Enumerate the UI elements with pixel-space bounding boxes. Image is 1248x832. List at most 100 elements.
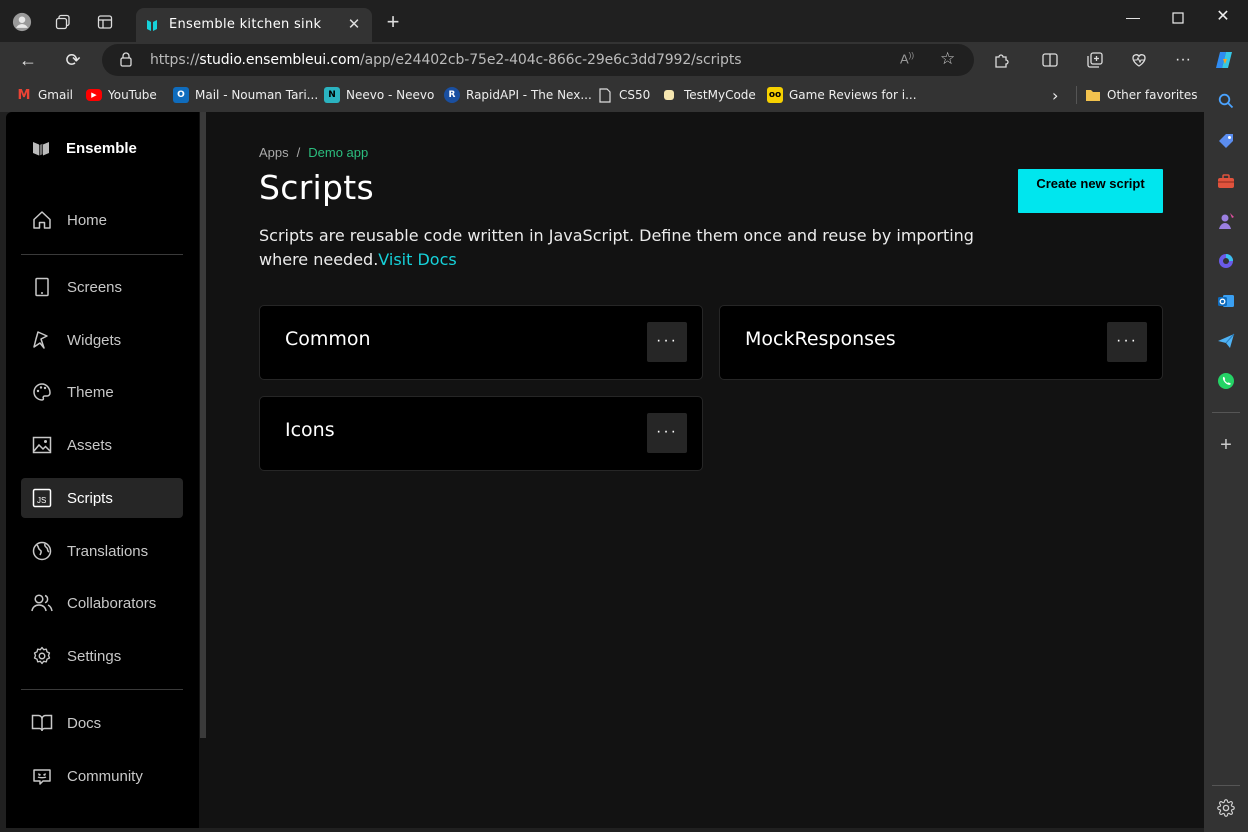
gear-icon: [31, 645, 53, 667]
minimize-icon[interactable]: —: [1110, 6, 1156, 30]
more-options-icon[interactable]: ···: [1171, 48, 1195, 72]
bookmarks-overflow-chevron-icon[interactable]: ›: [1052, 86, 1058, 105]
sidebar-item-widgets[interactable]: Widgets: [21, 320, 183, 360]
bookmark-youtube[interactable]: ▶ YouTube: [86, 86, 157, 104]
browser-tab-active[interactable]: Ensemble kitchen sink ✕: [136, 8, 372, 42]
page-description: Scripts are reusable code written in Jav…: [259, 224, 1019, 272]
bookmark-other-favorites[interactable]: Other favorites: [1076, 86, 1198, 104]
sidebar-settings-icon[interactable]: [1215, 797, 1237, 819]
sidebar-item-label: Theme: [67, 383, 114, 401]
sidebar-item-label: Docs: [67, 714, 102, 732]
brand-name: Ensemble: [66, 139, 137, 157]
profile-avatar-icon[interactable]: [12, 12, 32, 32]
visit-docs-link[interactable]: Visit Docs: [378, 250, 456, 269]
toolbox-icon[interactable]: [1215, 170, 1237, 192]
js-icon: JS: [31, 487, 53, 509]
brand[interactable]: Ensemble: [32, 139, 137, 157]
sidebar-item-label: Collaborators: [67, 594, 157, 612]
script-card-common[interactable]: Common ···: [259, 305, 703, 380]
sidebar-item-scripts[interactable]: JS Scripts: [21, 478, 183, 518]
sidebar-item-collaborators[interactable]: Collaborators: [21, 583, 183, 623]
users-icon: [31, 592, 53, 614]
sidebar-item-label: Widgets: [67, 331, 122, 349]
script-card-icons[interactable]: Icons ···: [259, 396, 703, 471]
sidebar-item-label: Settings: [67, 647, 122, 665]
outlook-icon: O: [173, 87, 189, 103]
palette-icon: [31, 381, 53, 403]
sidebar-item-home[interactable]: Home: [21, 200, 183, 240]
bookmark-outlook-mail[interactable]: O Mail - Nouman Tari...: [173, 86, 318, 104]
widgets-icon: [31, 329, 53, 351]
shopping-tag-icon[interactable]: [1215, 130, 1237, 152]
main-content: Apps / Demo app Scripts Scripts are reusab…: [259, 112, 1169, 828]
bookmark-cs50[interactable]: CS50: [597, 86, 650, 104]
book-icon: [31, 712, 53, 734]
lock-icon[interactable]: [120, 52, 132, 67]
back-icon[interactable]: ←: [16, 48, 40, 72]
vertical-tabs-icon[interactable]: [95, 12, 115, 32]
bookmark-neevo[interactable]: N Neevo - Neevo: [324, 86, 434, 104]
sidebar-item-theme[interactable]: Theme: [21, 372, 183, 412]
edge-sidebar-divider: [1212, 412, 1240, 413]
whatsapp-icon[interactable]: [1215, 370, 1237, 392]
read-aloud-icon[interactable]: A)): [900, 51, 914, 66]
extensions-icon[interactable]: [990, 48, 1014, 72]
address-bar[interactable]: https://studio.ensembleui.com/app/e24402…: [102, 44, 974, 76]
sidebar-divider: [21, 689, 183, 690]
sidebar-item-assets[interactable]: Assets: [21, 425, 183, 465]
browser-title-bar: Ensemble kitchen sink ✕ + — ✕: [0, 0, 1248, 42]
folder-icon: [1085, 87, 1101, 103]
sidebar-item-screens[interactable]: Screens: [21, 267, 183, 307]
tab-close-icon[interactable]: ✕: [344, 15, 364, 33]
sidebar-item-translations[interactable]: Translations: [21, 531, 183, 571]
search-icon[interactable]: [1215, 90, 1237, 112]
close-window-icon[interactable]: ✕: [1200, 6, 1246, 30]
script-more-options-button[interactable]: ···: [1107, 322, 1147, 362]
discord-icon: [31, 765, 53, 787]
image-icon: [31, 434, 53, 456]
ensemble-logo-icon: [32, 139, 50, 157]
bookmarks-bar: M Gmail ▶ YouTube O Mail - Nouman Tari... N…: [0, 78, 1248, 112]
collections-icon[interactable]: [1083, 48, 1107, 72]
breadcrumb-current[interactable]: Demo app: [308, 145, 368, 160]
globe-icon: [31, 540, 53, 562]
svg-text:JS: JS: [37, 496, 46, 505]
bookmark-rapidapi[interactable]: R RapidAPI - The Nex...: [444, 86, 592, 104]
games-icon[interactable]: [1215, 210, 1237, 232]
sidebar-item-community[interactable]: Community: [21, 756, 183, 796]
home-icon: [31, 209, 53, 231]
script-card-name: Common: [285, 328, 371, 350]
breadcrumb-apps-link[interactable]: Apps: [259, 145, 289, 160]
script-card-mockresponses[interactable]: MockResponses ···: [719, 305, 1163, 380]
bookmark-gmail[interactable]: M Gmail: [16, 86, 73, 104]
browser-toolbar: ← ⟳ https://studio.ensembleui.com/app/e2…: [0, 42, 1248, 78]
bookmark-testmycode[interactable]: TestMyCode: [664, 86, 756, 104]
sidebar-item-docs[interactable]: Docs: [21, 703, 183, 743]
sidebar-item-settings[interactable]: Settings: [21, 636, 183, 676]
sidebar-item-label: Translations: [67, 542, 149, 560]
description-text: Scripts are reusable code written in Jav…: [259, 226, 974, 269]
copilot-sidebar-icon[interactable]: [1215, 250, 1237, 272]
script-more-options-button[interactable]: ···: [647, 322, 687, 362]
workspaces-icon[interactable]: [53, 12, 73, 32]
new-tab-icon[interactable]: +: [383, 9, 403, 34]
favorite-star-icon[interactable]: ☆: [940, 49, 955, 69]
split-screen-icon[interactable]: [1038, 48, 1062, 72]
browser-essentials-icon[interactable]: [1127, 48, 1151, 72]
sidebar-scrollbar[interactable]: [200, 112, 206, 738]
create-new-script-button[interactable]: Create new script: [1018, 169, 1163, 213]
neevo-icon: N: [324, 87, 340, 103]
page-icon: [597, 87, 613, 103]
maximize-icon[interactable]: [1155, 6, 1201, 30]
gmail-icon: M: [17, 87, 31, 103]
bookmark-game-reviews[interactable]: oo Game Reviews for i...: [767, 86, 917, 104]
refresh-icon[interactable]: ⟳: [61, 48, 85, 72]
send-plane-icon[interactable]: [1215, 330, 1237, 352]
script-card-name: MockResponses: [745, 328, 896, 350]
copilot-icon[interactable]: [1212, 48, 1236, 72]
edge-sidebar-divider-bottom: [1212, 785, 1240, 786]
add-sidebar-app-icon[interactable]: +: [1215, 434, 1237, 456]
script-more-options-button[interactable]: ···: [647, 413, 687, 453]
sidebar-divider: [21, 254, 183, 255]
outlook-sidebar-icon[interactable]: [1215, 290, 1237, 312]
